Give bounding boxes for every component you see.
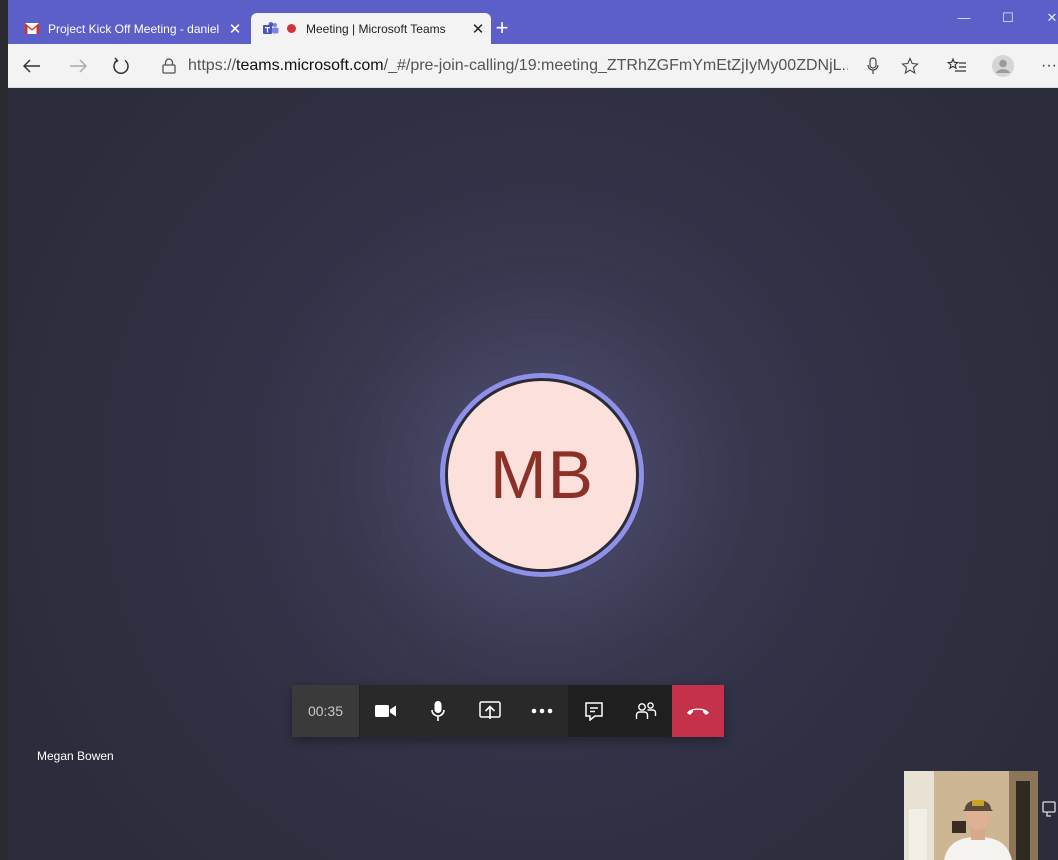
microphone-icon <box>431 701 445 721</box>
call-timer: 00:35 <box>292 685 360 737</box>
favorites-list-icon[interactable] <box>942 51 972 81</box>
url-text: https://teams.microsoft.com/_#/pre-join-… <box>188 57 848 74</box>
lock-icon <box>162 58 176 74</box>
more-actions-button[interactable] <box>516 685 568 737</box>
browser-window: Project Kick Off Meeting - daniel ✕ Meet… <box>8 0 1058 860</box>
tab-close-button[interactable]: ✕ <box>222 20 248 38</box>
participant-avatar: MB <box>440 373 644 577</box>
camera-button[interactable] <box>360 685 412 737</box>
new-tab-button[interactable]: + <box>487 14 517 42</box>
refresh-icon[interactable] <box>106 51 136 81</box>
address-bar[interactable]: https://teams.microsoft.com/_#/pre-join-… <box>148 51 928 81</box>
recording-dot-icon <box>287 24 296 33</box>
device-settings-icon[interactable] <box>1042 801 1058 829</box>
people-icon <box>635 702 657 719</box>
tab-title: Meeting | Microsoft Teams <box>306 21 446 36</box>
tab-title: Project Kick Off Meeting - daniel <box>48 21 220 36</box>
gmail-icon <box>24 21 40 37</box>
microphone-button[interactable] <box>412 685 464 737</box>
tab-strip: Project Kick Off Meeting - daniel ✕ Meet… <box>8 0 1058 44</box>
participants-button[interactable] <box>620 685 672 737</box>
minimize-button[interactable]: — <box>946 8 982 28</box>
more-dots-icon <box>531 708 553 714</box>
call-control-bar: 00:35 <box>292 685 724 737</box>
meeting-stage: MB 00:35 Megan Bowen <box>8 88 1058 860</box>
address-toolbar: https://teams.microsoft.com/_#/pre-join-… <box>8 44 1058 88</box>
teams-icon <box>263 21 279 37</box>
share-tray-icon <box>479 701 501 719</box>
avatar-initials: MB <box>448 381 636 569</box>
favorite-star-icon[interactable] <box>895 51 925 81</box>
chat-button[interactable] <box>568 685 620 737</box>
window-close-button[interactable]: ✕ <box>1034 8 1058 28</box>
profile-avatar-icon[interactable] <box>988 51 1018 81</box>
share-screen-button[interactable] <box>464 685 516 737</box>
tab-teams[interactable]: Meeting | Microsoft Teams ✕ <box>251 13 491 44</box>
maximize-button[interactable]: ☐ <box>990 8 1026 28</box>
settings-more-button[interactable]: ··· <box>1034 51 1058 81</box>
forward-arrow-icon[interactable] <box>63 51 93 81</box>
hang-up-button[interactable] <box>672 685 724 737</box>
tab-gmail[interactable]: Project Kick Off Meeting - daniel ✕ <box>12 13 248 44</box>
video-camera-icon <box>375 705 396 717</box>
self-video-preview[interactable] <box>904 771 1038 860</box>
chat-icon <box>585 702 603 721</box>
microphone-permission-icon[interactable] <box>858 51 888 81</box>
back-arrow-icon[interactable] <box>17 51 47 81</box>
hang-up-phone-icon <box>687 708 709 715</box>
participant-name: Megan Bowen <box>37 749 114 763</box>
